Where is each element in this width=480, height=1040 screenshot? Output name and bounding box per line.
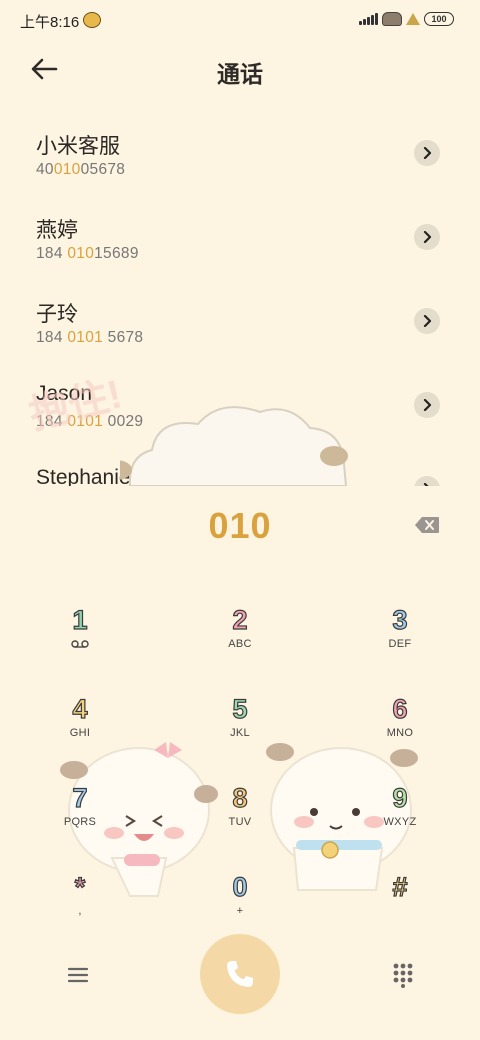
signal-icon [359,13,378,25]
wifi-icon [382,12,402,26]
dialpad-toggle-button[interactable] [392,962,414,988]
status-bar: 上午8:16 100 [0,0,480,40]
contact-item[interactable]: 子玲 184 0101 5678 [0,278,480,362]
key-digit: 5 [232,693,248,724]
key-letters: WXYZ [383,816,417,828]
key-letters: JKL [230,727,250,739]
chevron-right-icon [423,399,432,411]
key-digit: 7 [72,782,88,813]
voicemail-icon [71,640,89,648]
notification-emoji-icon [83,12,101,28]
key-digit: 4 [72,693,88,724]
contact-item[interactable]: 小米客服 4001005678 [0,110,480,194]
key-digit: 2 [232,604,248,635]
key-digit: 9 [392,782,408,813]
chevron-right-icon [423,315,432,327]
key-letters: PQRS [63,816,97,828]
key-digit: # [392,871,408,902]
key-digit: 6 [392,693,408,724]
key-letters: , [78,905,82,917]
contact-name: 燕婷 [36,219,78,242]
contact-name: Stephanie [36,466,131,486]
contact-number: 4001005678 [36,161,126,178]
key-7[interactable]: 7 PQRS [25,782,135,852]
chevron-right-icon [423,147,432,159]
contact-number: 184 0101 5678 [36,329,144,346]
key-digit: 0 [232,871,248,902]
contact-item[interactable]: 燕婷 184 01015689 [0,194,480,278]
contact-detail-button[interactable] [414,476,440,486]
key-letters: TUV [228,816,252,828]
key-8[interactable]: 8 TUV [185,782,295,852]
sheep-cloud-sticker [120,406,348,486]
key-letters: MNO [386,727,414,739]
page-title: 通话 [217,61,263,87]
key-0[interactable]: 0 + [185,871,295,941]
key-1[interactable]: 1 [25,604,135,674]
key-2[interactable]: 2 ABC [185,604,295,674]
dialpad-icon [393,963,413,988]
key-digit: * [74,871,86,902]
key-letters: + [236,905,244,917]
dialed-number: 010 [208,505,272,546]
chevron-right-icon [423,231,432,243]
contact-detail-button[interactable] [414,224,440,250]
key-digit: 8 [232,782,248,813]
contact-detail-button[interactable] [414,140,440,166]
status-time: 上午8:16 [20,14,80,31]
backspace-button[interactable] [414,516,440,534]
contact-detail-button[interactable] [414,308,440,334]
key-letters: DEF [388,638,412,650]
key-9[interactable]: 9 WXYZ [345,782,455,852]
phone-icon [227,961,253,987]
status-icons: 100 [359,12,454,26]
key-5[interactable]: 5 JKL [185,693,295,763]
backspace-icon [415,517,439,533]
battery-icon: 100 [424,12,454,26]
contact-detail-button[interactable] [414,392,440,418]
key-letters: ABC [228,638,252,650]
key-star[interactable]: * , [25,871,135,941]
key-hash[interactable]: # [345,871,455,941]
key-4[interactable]: 4 GHI [25,693,135,763]
key-3[interactable]: 3 DEF [345,604,455,674]
contact-name: 小米客服 [36,135,120,158]
menu-button[interactable] [66,964,90,986]
alert-icon [406,13,420,25]
key-digit: 1 [72,604,88,635]
key-6[interactable]: 6 MNO [345,693,455,763]
key-digit: 3 [392,604,408,635]
contact-name: 子玲 [36,303,78,326]
chevron-right-icon [423,483,429,486]
contact-number: 184 01015689 [36,245,139,262]
menu-icon [67,967,89,983]
key-letters: GHI [69,727,91,739]
call-button[interactable] [200,934,280,1014]
